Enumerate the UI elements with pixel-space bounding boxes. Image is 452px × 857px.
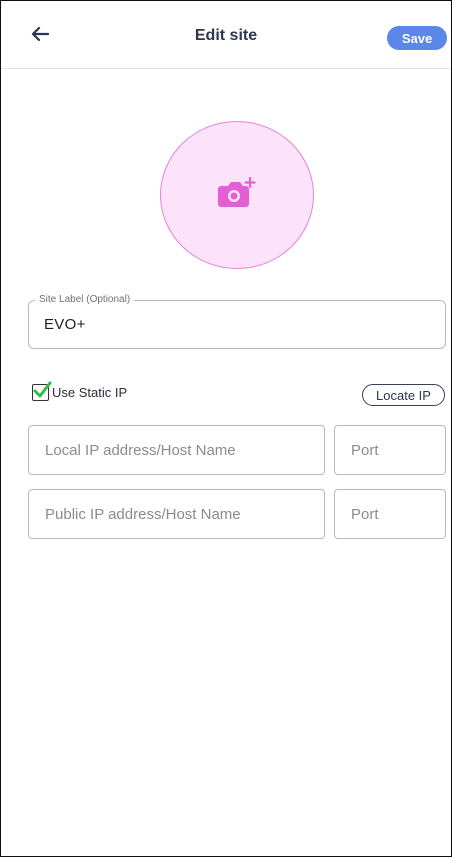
check-icon — [33, 381, 52, 398]
page-title: Edit site — [194, 27, 258, 44]
local-port-input[interactable]: Port — [334, 425, 446, 475]
camera-add-icon — [217, 176, 257, 215]
locate-ip-button[interactable]: Locate IP — [362, 384, 445, 406]
site-label-caption: Site Label (Optional) — [35, 294, 135, 305]
public-port-input[interactable]: Port — [334, 489, 446, 539]
save-button[interactable]: Save — [387, 26, 447, 50]
use-static-ip-toggle[interactable]: Use Static IP — [32, 381, 128, 401]
site-label-field[interactable]: Site Label (Optional) EVO+ — [28, 294, 446, 349]
site-photo-picker[interactable] — [160, 121, 314, 269]
static-ip-label: Use Static IP — [52, 385, 128, 400]
top-bar: Edit site Save — [1, 1, 451, 69]
site-label-value: EVO+ — [44, 316, 86, 333]
public-ip-input[interactable]: Public IP address/Host Name — [28, 489, 325, 539]
local-ip-input[interactable]: Local IP address/Host Name — [28, 425, 325, 475]
app-screen: Edit site Save Site Label (Optional) EVO… — [0, 0, 452, 857]
static-ip-checkbox[interactable] — [32, 381, 52, 401]
